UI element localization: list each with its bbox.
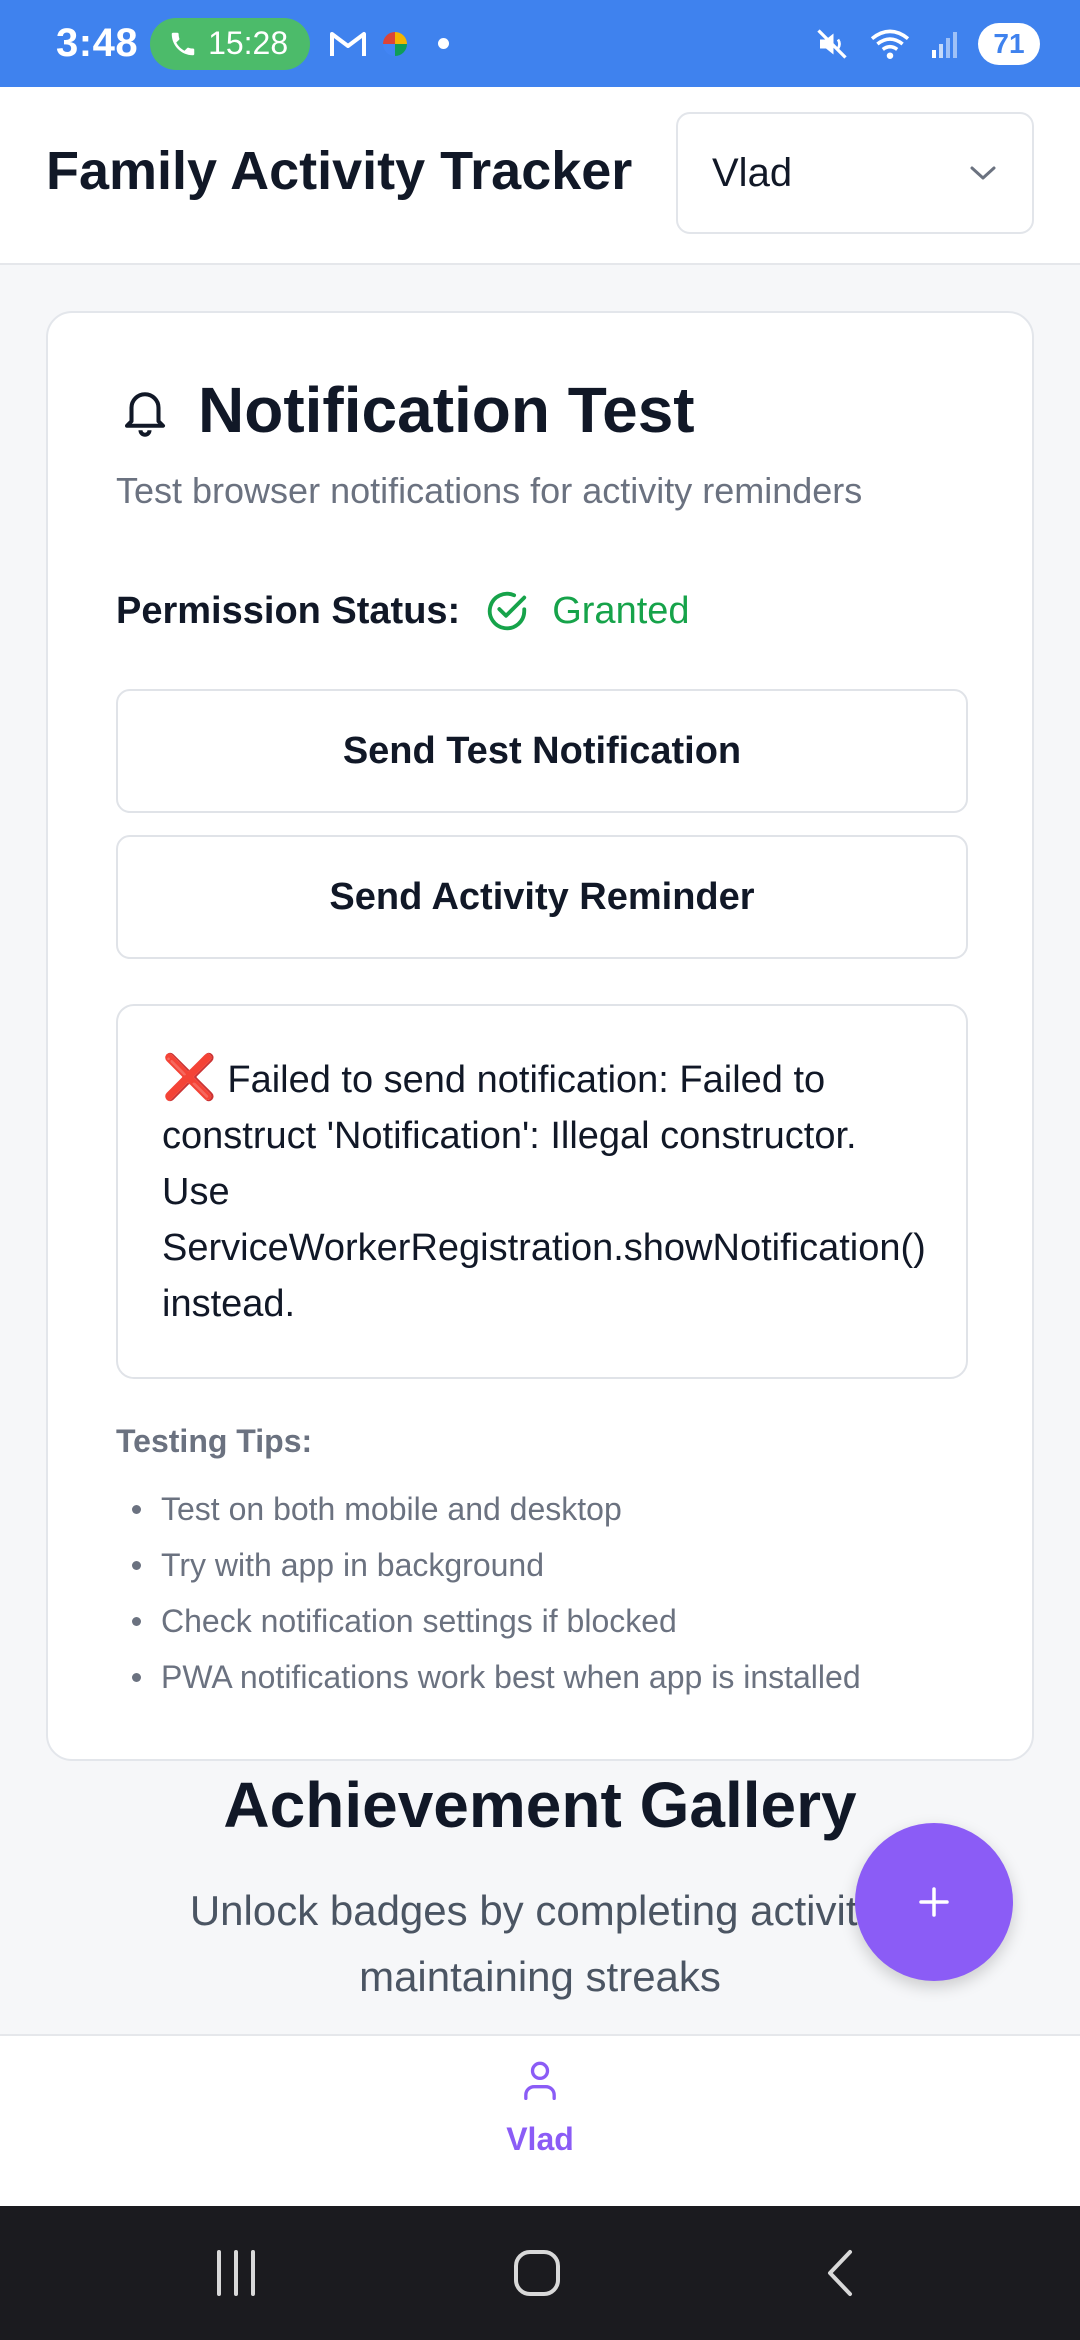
call-duration: 15:28 [208, 25, 289, 61]
back-icon[interactable] [822, 2248, 858, 2298]
signal-icon [932, 31, 957, 58]
error-line: ServiceWorkerRegistration.showNotificati… [162, 1227, 926, 1269]
user-icon [524, 2061, 556, 2100]
achievement-gallery-subtitle: Unlock badges by completing activitie ma… [189, 1887, 891, 2000]
wifi-icon [870, 29, 910, 59]
app-title: Family Activity Tracker [46, 141, 633, 201]
permission-label: Permission Status: [116, 589, 461, 632]
phone-icon [171, 32, 195, 55]
app-header: Family Activity Tracker Vlad [0, 87, 1080, 265]
ongoing-call-pill[interactable]: 15:28 [150, 17, 311, 70]
status-time: 3:48 [56, 21, 139, 65]
send-test-notification-button[interactable]: Send Test Notification [116, 689, 968, 813]
tip-item: Try with app in background [132, 1537, 861, 1593]
card-title: Notification Test [198, 374, 695, 446]
card-subtitle: Test browser notifications for activity … [116, 470, 863, 511]
add-activity-fab[interactable] [855, 1823, 1013, 1981]
mute-icon [817, 28, 847, 59]
bottom-nav: Vlad [0, 2034, 1080, 2206]
gmail-icon [330, 31, 367, 56]
bell-icon [124, 392, 166, 437]
nav-item-vlad[interactable]: Vlad [490, 2058, 590, 2158]
error-line: Use [162, 1171, 230, 1213]
bullet-icon [132, 1560, 141, 1570]
chevron-down-icon [970, 166, 996, 180]
user-select-dropdown[interactable]: Vlad [676, 112, 1034, 234]
battery-indicator: 71 [978, 22, 1040, 65]
recent-apps-icon[interactable] [213, 2248, 259, 2298]
home-icon[interactable] [512, 2248, 562, 2298]
tip-item: PWA notifications work best when app is … [132, 1649, 861, 1705]
error-message-box: ❌ Failed to send notification: Failed to… [116, 1004, 968, 1379]
send-activity-reminder-button[interactable]: Send Activity Reminder [116, 835, 968, 959]
notification-test-card: Notification Test Test browser notificat… [46, 311, 1034, 1761]
testing-tips-title: Testing Tips: [116, 1423, 313, 1459]
card-header: Notification Test [118, 373, 695, 447]
testing-tips-list: Test on both mobile and desktop Try with… [132, 1481, 861, 1705]
bullet-icon [132, 1504, 141, 1514]
error-line: ❌ Failed to send notification: Failed to [162, 1053, 826, 1102]
dot-icon [438, 38, 450, 49]
google-photos-icon [383, 31, 408, 56]
error-line: instead. [162, 1283, 296, 1325]
permission-value: Granted [552, 589, 690, 632]
permission-status-row: Permission Status: Granted [116, 588, 690, 634]
check-circle-icon [488, 591, 527, 631]
permission-status: Granted [484, 588, 690, 634]
error-x-icon: ❌ [162, 1053, 217, 1102]
tip-item: Test on both mobile and desktop [132, 1481, 861, 1537]
status-bar: 3:48 15:28 71 [0, 0, 1080, 87]
plus-icon [919, 1887, 949, 1917]
bullet-icon [132, 1672, 141, 1682]
tip-item: Check notification settings if blocked [132, 1593, 861, 1649]
system-nav-bar [0, 2206, 1080, 2340]
nav-label: Vlad [506, 2121, 574, 2157]
error-line: construct 'Notification': Illegal constr… [162, 1115, 857, 1157]
selected-user: Vlad [712, 150, 793, 195]
bullet-icon [132, 1616, 141, 1626]
